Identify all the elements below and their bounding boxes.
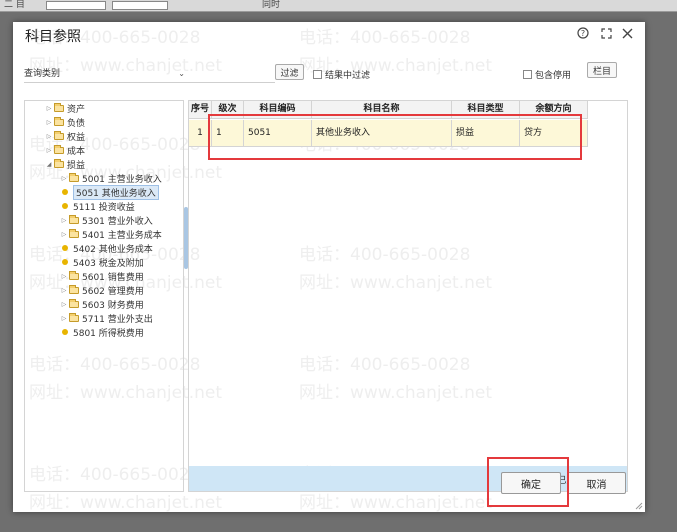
folder-icon (69, 270, 79, 280)
question-icon[interactable]: ? (576, 26, 590, 40)
leaf-dot-icon (62, 329, 68, 335)
tree-node-assets[interactable]: ▷ 资产 (45, 102, 85, 115)
tree-node-5602[interactable]: ▷ 5602 管理费用 (60, 284, 144, 297)
columns-button[interactable]: 栏目 (587, 62, 617, 78)
expand-icon[interactable]: ▷ (60, 287, 68, 294)
folder-icon (69, 284, 79, 294)
chevron-down-icon: ⌄ (178, 69, 185, 78)
folder-icon (54, 158, 64, 168)
tree-node-profit-loss[interactable]: ◢ 损益 (45, 158, 85, 171)
annotation-highlight-ok (487, 457, 569, 507)
expand-icon[interactable]: ▷ (60, 175, 68, 182)
watermark: 电话：400-665-0028 (299, 28, 471, 48)
leaf-dot-icon (62, 189, 68, 195)
leaf-dot-icon (62, 259, 68, 265)
expand-icon[interactable]: ▷ (60, 217, 68, 224)
tree-node-5603[interactable]: ▷ 5603 财务费用 (60, 298, 144, 311)
background-app-toolbar: 二 目 同时 (0, 0, 677, 12)
tree-node-5001[interactable]: ▷ 5001 主营业务收入 (60, 172, 162, 185)
folder-icon (54, 130, 64, 140)
folder-icon (69, 298, 79, 308)
collapse-icon[interactable]: ◢ (45, 161, 53, 168)
expand-icon[interactable]: ▷ (45, 147, 53, 154)
checkbox-box[interactable] (313, 70, 322, 79)
folder-icon (54, 144, 64, 154)
dialog-title: 科目参照 (25, 29, 81, 45)
close-icon[interactable] (620, 26, 634, 40)
tree-node-5801[interactable]: 5801 所得税费用 (60, 326, 144, 339)
filter-button[interactable]: 过滤 (275, 64, 304, 80)
background-toolbar-text: 二 目 (4, 0, 25, 10)
checkbox-box[interactable] (523, 70, 532, 79)
tree-node-5601[interactable]: ▷ 5601 销售费用 (60, 270, 144, 283)
tree-node-5402[interactable]: 5402 其他业务成本 (60, 242, 153, 255)
annotation-highlight-row (208, 114, 582, 160)
tree-node-equity[interactable]: ▷ 权益 (45, 130, 85, 143)
folder-icon (69, 228, 79, 238)
filter-in-results-label: 结果中过滤 (325, 71, 371, 81)
folder-icon (54, 102, 64, 112)
tree-node-5401[interactable]: ▷ 5401 主营业务成本 (60, 228, 162, 241)
tree-node-5403[interactable]: 5403 税金及附加 (60, 256, 144, 269)
account-tree: ▷ 资产 ▷ 负债 ▷ 权益 ▷ 成本 ◢ 损益 ▷ 5001 主营业务收入 5051 其他… (24, 100, 184, 492)
expand-icon[interactable]: ▷ (45, 105, 53, 112)
include-disabled-checkbox[interactable]: 包含停用 (523, 68, 571, 81)
leaf-dot-icon (62, 203, 68, 209)
expand-icon[interactable]: ▷ (45, 133, 53, 140)
background-field (46, 1, 106, 10)
tree-node-cost[interactable]: ▷ 成本 (45, 144, 85, 157)
expand-icon[interactable]: ▷ (60, 315, 68, 322)
tree-node-5301[interactable]: ▷ 5301 营业外收入 (60, 214, 153, 227)
leaf-dot-icon (62, 245, 68, 251)
account-reference-dialog: 电话：400-665-0028 网址：www.chanjet.net 电话：40… (13, 22, 645, 513)
expand-icon[interactable]: ▷ (60, 273, 68, 280)
background-field (112, 1, 168, 10)
svg-text:?: ? (581, 29, 585, 38)
tree-node-liabilities[interactable]: ▷ 负债 (45, 116, 85, 129)
query-category-label: 查询类别 (24, 69, 61, 79)
expand-icon[interactable]: ▷ (60, 301, 68, 308)
folder-icon (69, 214, 79, 224)
query-category-select[interactable]: 查询类别 ⌄ (24, 67, 187, 83)
tree-node-5711[interactable]: ▷ 5711 营业外支出 (60, 312, 153, 325)
query-input[interactable] (186, 67, 275, 83)
tree-node-5111[interactable]: 5111 投资收益 (60, 200, 135, 213)
expand-icon[interactable]: ▷ (60, 231, 68, 238)
cancel-button[interactable]: 取消 (567, 472, 626, 494)
background-toolbar-text: 同时 (262, 0, 281, 10)
resize-grip-icon[interactable] (635, 502, 643, 510)
maximize-icon[interactable] (599, 26, 613, 40)
tree-node-5051[interactable]: 5051 其他业务收入 (60, 184, 159, 200)
folder-icon (54, 116, 64, 126)
filter-in-results-checkbox[interactable]: 结果中过滤 (313, 68, 370, 81)
folder-icon (69, 172, 79, 182)
expand-icon[interactable]: ▷ (45, 119, 53, 126)
folder-icon (69, 312, 79, 322)
include-disabled-label: 包含停用 (535, 71, 572, 81)
